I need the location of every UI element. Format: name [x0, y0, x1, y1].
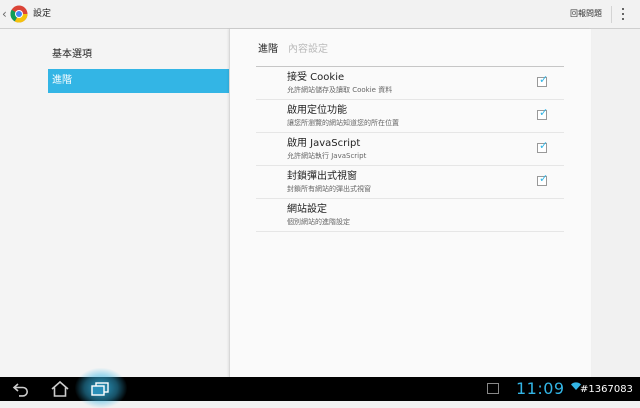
chrome-logo-icon[interactable]	[10, 5, 28, 23]
setting-row-javascript[interactable]: 啟用 JavaScript 允許網站執行 JavaScript ✓	[256, 133, 564, 166]
report-issue-button[interactable]: 回報問題	[570, 8, 602, 20]
breadcrumb-content-settings: 內容設定	[288, 44, 328, 55]
nav-item-advanced[interactable]: 進階	[48, 69, 229, 93]
app-title: 設定	[33, 9, 52, 19]
accept-cookies-checkbox[interactable]: ✓	[537, 73, 549, 87]
setting-row-block-popups[interactable]: 封鎖彈出式視窗 封鎖所有網站的彈出式視窗 ✓	[256, 166, 564, 199]
system-navigation-bar: 11:09	[0, 368, 640, 408]
setting-title: 接受 Cookie	[287, 72, 345, 83]
javascript-checkbox[interactable]: ✓	[537, 139, 549, 153]
checkmark-icon: ✓	[539, 106, 549, 119]
setting-title: 啟用 JavaScript	[287, 138, 361, 149]
nav-item-basic[interactable]: 基本選項	[48, 43, 229, 67]
location-checkbox[interactable]: ✓	[537, 106, 549, 120]
gallery-icon[interactable]	[487, 383, 499, 394]
setting-summary: 讓您所瀏覽的網站知道您的所在位置	[287, 119, 399, 127]
checkmark-icon: ✓	[539, 139, 549, 152]
setting-summary: 允許網站儲存及讀取 Cookie 資料	[287, 86, 393, 94]
setting-title: 封鎖彈出式視窗	[287, 171, 357, 182]
setting-title: 啟用定位功能	[287, 105, 347, 116]
status-clock: 11:09	[516, 379, 565, 398]
setting-title: 網站設定	[287, 204, 327, 215]
recent-apps-icon[interactable]	[91, 382, 109, 396]
overflow-menu-icon[interactable]	[619, 5, 627, 23]
checkmark-icon: ✓	[539, 73, 549, 86]
setting-row-location[interactable]: 啟用定位功能 讓您所瀏覽的網站知道您的所在位置 ✓	[256, 100, 564, 133]
setting-row-site-settings[interactable]: 網站設定 個別網站的進階設定	[256, 199, 564, 232]
action-divider	[611, 6, 612, 23]
watermark-text: #1367083	[580, 384, 633, 395]
block-popups-checkbox[interactable]: ✓	[537, 172, 549, 186]
setting-summary: 封鎖所有網站的彈出式視窗	[287, 185, 371, 193]
action-bar: ‹ 設定 回報問題	[0, 0, 640, 29]
checkmark-icon: ✓	[539, 172, 549, 185]
breadcrumb-advanced[interactable]: 進階	[258, 44, 278, 56]
home-icon[interactable]	[50, 380, 70, 397]
setting-row-accept-cookies[interactable]: 接受 Cookie 允許網站儲存及讀取 Cookie 資料 ✓	[256, 67, 564, 100]
back-arrow-icon[interactable]	[12, 381, 30, 397]
setting-summary: 允許網站執行 JavaScript	[287, 152, 367, 160]
setting-summary: 個別網站的進階設定	[287, 218, 350, 226]
